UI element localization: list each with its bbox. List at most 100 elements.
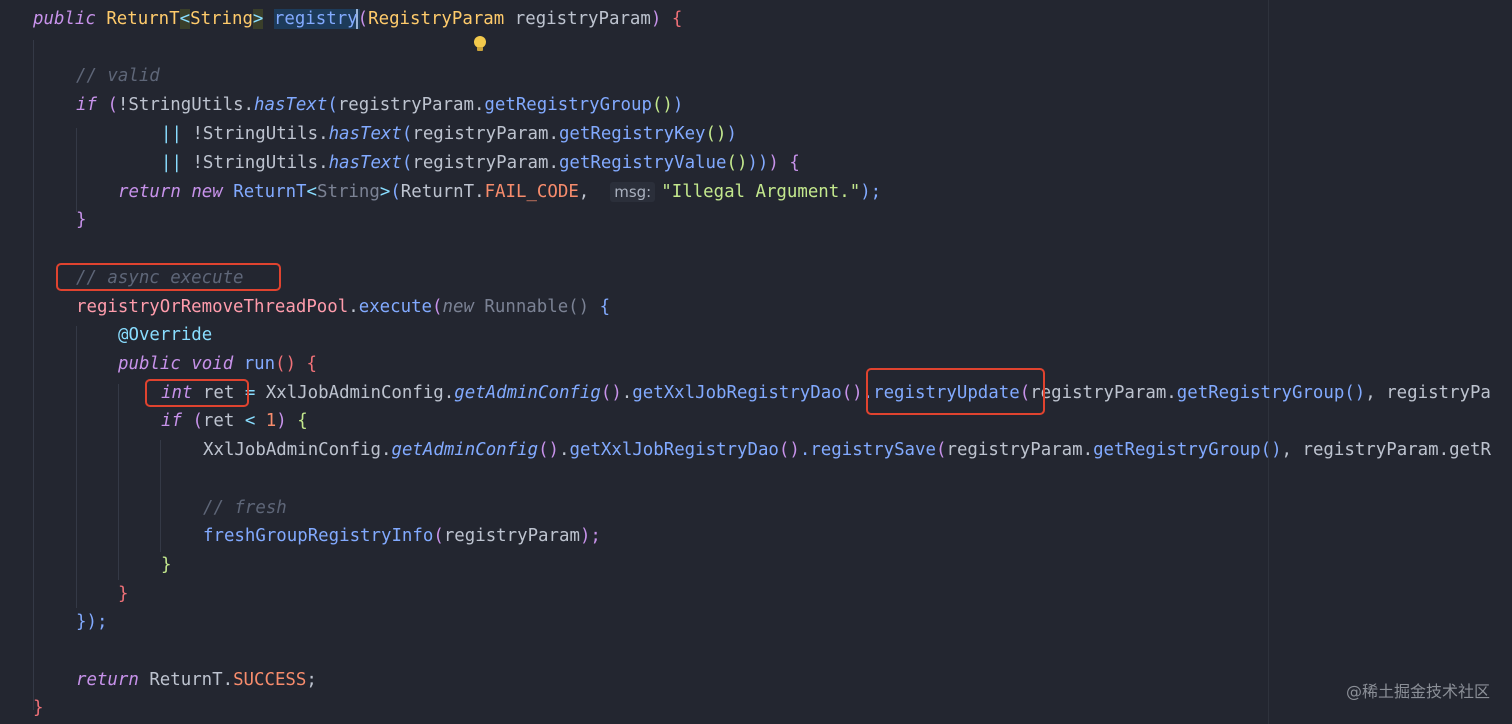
class-ref: XxlJobAdminConfig. (203, 440, 392, 460)
paren: ( (935, 440, 947, 460)
method-name-registry[interactable]: registry (273, 9, 358, 29)
code-line-close-method[interactable]: } (33, 694, 43, 722)
code-line-return-fail[interactable]: return new ReturnT<String>(ReturnT.FAIL_… (118, 178, 881, 206)
code-line-execute[interactable]: registryOrRemoveThreadPool.execute(new R… (76, 293, 610, 321)
constant: FAIL_CODE (484, 182, 579, 202)
parameter-hint: msg: (610, 182, 656, 202)
string-literal: "Illegal Argument." (661, 182, 861, 202)
generic-type: String (190, 9, 253, 29)
paren: ( (390, 182, 401, 202)
lightbulb-icon[interactable] (474, 36, 486, 52)
code-line-ret[interactable]: int ret = XxlJobAdminConfig.getAdminConf… (161, 379, 1491, 407)
arg: registryParam (443, 526, 580, 546)
code-line-comment-fresh[interactable]: // fresh (203, 494, 287, 522)
brace: { (306, 354, 318, 374)
code-line-close-execute[interactable]: }); (76, 608, 107, 636)
indent-guide (118, 384, 119, 580)
highlight-box-registry-update (866, 368, 1045, 415)
method-call: getRegistryGroup (484, 95, 652, 115)
arg-rest: , registryParam.getR (1281, 440, 1491, 460)
paren: ( (401, 153, 413, 173)
paren: ) (276, 411, 287, 431)
method-call: getRegistryValue (558, 153, 727, 173)
paren: ) (768, 153, 779, 173)
keyword-public: public (118, 354, 181, 374)
code-line-override[interactable]: @Override (118, 321, 212, 349)
keyword-void: void (191, 354, 234, 374)
paren: ); (579, 526, 601, 546)
code-line-save[interactable]: XxlJobAdminConfig.getAdminConfig().getXx… (203, 436, 1491, 464)
paren: () (841, 383, 863, 403)
keyword-new: new (191, 182, 223, 202)
paren: () (1260, 440, 1282, 460)
code-line-if[interactable]: if (!StringUtils.hasText(registryParam.g… (76, 91, 683, 119)
code-line-close-if-ret[interactable]: } (161, 551, 171, 579)
method-call: hasText (254, 95, 328, 115)
code-line-if-ret[interactable]: if (ret < 1) { (161, 407, 308, 435)
dot: . (621, 383, 633, 403)
watermark: @稀土掘金技术社区 (1345, 682, 1490, 701)
paren: )) (747, 153, 769, 173)
keyword-return: return (76, 670, 139, 690)
number: 1 (265, 411, 277, 431)
class-ref: ReturnT. (149, 670, 234, 690)
arg: registryParam. (1030, 383, 1177, 403)
method-call: getRegistryGroup (1093, 440, 1261, 460)
class-ref: XxlJobAdminConfig. (265, 383, 455, 403)
code-line-run[interactable]: public void run() { (118, 350, 317, 378)
code-line-fresh[interactable]: freshGroupRegistryInfo(registryParam); (203, 522, 601, 550)
generic-close: > (379, 182, 391, 202)
right-margin-guide (1268, 0, 1269, 724)
operator-or: || (161, 153, 182, 173)
generic-open: < (306, 182, 317, 202)
paren: () (651, 95, 673, 115)
paren: ( (401, 124, 413, 144)
paren: () (600, 383, 622, 403)
comment: // fresh (203, 498, 287, 518)
method-call: hasText (328, 153, 402, 173)
dot: . (348, 297, 359, 317)
code-line-close-run[interactable]: } (118, 580, 128, 608)
code-line-or-2[interactable]: || !StringUtils.hasText(registryParam.ge… (161, 149, 800, 177)
code-line-or-1[interactable]: || !StringUtils.hasText(registryParam.ge… (161, 120, 737, 148)
operator-or: || (161, 124, 182, 144)
paren: () (538, 440, 560, 460)
class-ref: !StringUtils. (117, 95, 255, 115)
code-line-return-success[interactable]: return ReturnT.SUCCESS; (76, 666, 317, 694)
brace: } (118, 584, 129, 604)
brace: } (76, 210, 87, 230)
code-line-close-if[interactable]: } (76, 206, 86, 234)
indent-guide (33, 40, 34, 710)
paren: ( (433, 526, 444, 546)
method-call: getAdminConfig (454, 383, 601, 403)
method-call: execute (358, 297, 433, 317)
dot: . (559, 440, 570, 460)
method-call: freshGroupRegistryInfo (203, 526, 434, 546)
paren: ( (432, 297, 443, 317)
method-call: getXxlJobRegistryDao (569, 440, 779, 460)
paren: ) (672, 95, 684, 115)
code-line-signature[interactable]: public ReturnT<String> registry(Registry… (33, 5, 682, 33)
keyword-if: if (76, 95, 97, 115)
semicolon: ; (306, 670, 317, 690)
generic-close: > (252, 9, 264, 29)
keyword-public: public (33, 9, 96, 29)
class-ref: !StringUtils. (192, 153, 329, 173)
brace: { (297, 411, 308, 431)
annotation: @Override (118, 325, 213, 345)
operator-lt: < (244, 411, 256, 431)
code-editor[interactable]: public ReturnT<String> registry(Registry… (0, 0, 1512, 724)
field-ref: registryOrRemoveThreadPool (76, 297, 349, 317)
indent-guide (160, 440, 161, 552)
paren: ); (860, 182, 882, 202)
paren: () (568, 297, 590, 317)
paren: ) (726, 124, 737, 144)
paren: () (726, 153, 748, 173)
code-line-comment-valid[interactable]: // valid (76, 62, 160, 90)
type-ref: ReturnT (233, 182, 307, 202)
brace: { (599, 297, 611, 317)
arg: registryParam. (412, 124, 559, 144)
type-ref: Runnable (484, 297, 569, 317)
param-name: registryParam (514, 9, 651, 29)
param-type: RegistryParam (368, 9, 505, 29)
